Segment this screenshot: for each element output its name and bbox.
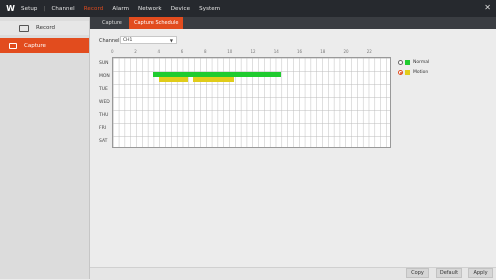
menu-device[interactable]: Device: [171, 6, 190, 12]
motion-swatch: [405, 70, 410, 75]
apply-button[interactable]: Apply: [468, 268, 493, 278]
menu-record[interactable]: Record: [84, 6, 104, 12]
menu-system[interactable]: System: [199, 6, 220, 12]
camera-icon: [9, 42, 17, 49]
hour-tick-label: 10: [227, 49, 233, 54]
top-navigation-bar: W Setup | Channel Record Alarm Network D…: [0, 0, 496, 17]
hour-tick-label: 18: [320, 49, 326, 54]
tab-capture[interactable]: Capture: [97, 17, 127, 29]
copy-button[interactable]: Copy: [406, 268, 429, 278]
default-button[interactable]: Default: [436, 268, 462, 278]
day-label: MON: [99, 74, 110, 79]
day-label: SAT: [99, 139, 108, 144]
menu-setup[interactable]: Setup: [21, 6, 38, 12]
hour-tick-label: 4: [157, 49, 161, 54]
brand-logo: W: [6, 4, 15, 13]
day-label: WED: [99, 100, 110, 105]
legend-label: Motion: [413, 70, 429, 75]
schedule-segment-motion[interactable]: [193, 77, 235, 82]
hour-tick-label: 20: [343, 49, 349, 54]
hour-tick-label: 0: [111, 49, 114, 54]
sidebar-item-record[interactable]: Record: [0, 21, 89, 35]
hour-tick-label: 2: [134, 49, 137, 54]
hour-tick-label: 14: [273, 49, 279, 54]
schedule-grid[interactable]: [112, 57, 391, 148]
channel-select[interactable]: CH1 ▼: [120, 36, 177, 44]
chevron-down-icon: ▼: [169, 38, 173, 43]
day-label: THU: [99, 113, 109, 118]
day-label: FRI: [99, 126, 107, 131]
legend-normal[interactable]: Normal: [398, 60, 429, 65]
hour-tick-label: 12: [250, 49, 256, 54]
channel-value: CH1: [123, 38, 133, 43]
menu-channel[interactable]: Channel: [51, 6, 74, 12]
close-icon[interactable]: ✕: [484, 3, 491, 13]
menu-separator: |: [43, 5, 46, 12]
menu-alarm[interactable]: Alarm: [112, 6, 129, 12]
day-label: SUN: [99, 61, 109, 66]
radio-motion[interactable]: [398, 70, 403, 75]
sidebar-item-capture[interactable]: Capture: [0, 38, 89, 53]
day-label: TUE: [99, 87, 108, 92]
radio-normal[interactable]: [398, 60, 403, 65]
legend-label: Normal: [413, 60, 430, 65]
sidebar-item-label: Record: [36, 25, 56, 31]
hour-tick-label: 6: [180, 49, 184, 54]
legend-motion[interactable]: Motion: [398, 70, 428, 75]
record-icon: [19, 24, 29, 32]
hour-tick-label: 8: [204, 49, 207, 54]
hour-tick-label: 22: [366, 49, 372, 54]
top-menu: Setup | Channel Record Alarm Network Dev…: [21, 6, 229, 12]
sidebar-item-label: Capture: [24, 42, 46, 49]
hour-axis: 0 2 4 6 8 10 12 14 16 18 20 22: [99, 49, 372, 55]
day-labels: SUN MON TUE WED THU FRI SAT: [99, 57, 111, 148]
sidebar: Record Capture: [0, 17, 90, 279]
tab-capture-schedule[interactable]: Capture Schedule: [129, 17, 184, 29]
normal-swatch: [405, 60, 410, 65]
channel-label: Channel: [99, 38, 120, 44]
hour-tick-label: 16: [297, 49, 303, 54]
schedule-segment-motion[interactable]: [158, 77, 188, 82]
tab-bar: Capture Capture Schedule: [90, 17, 496, 29]
menu-network[interactable]: Network: [138, 6, 162, 12]
